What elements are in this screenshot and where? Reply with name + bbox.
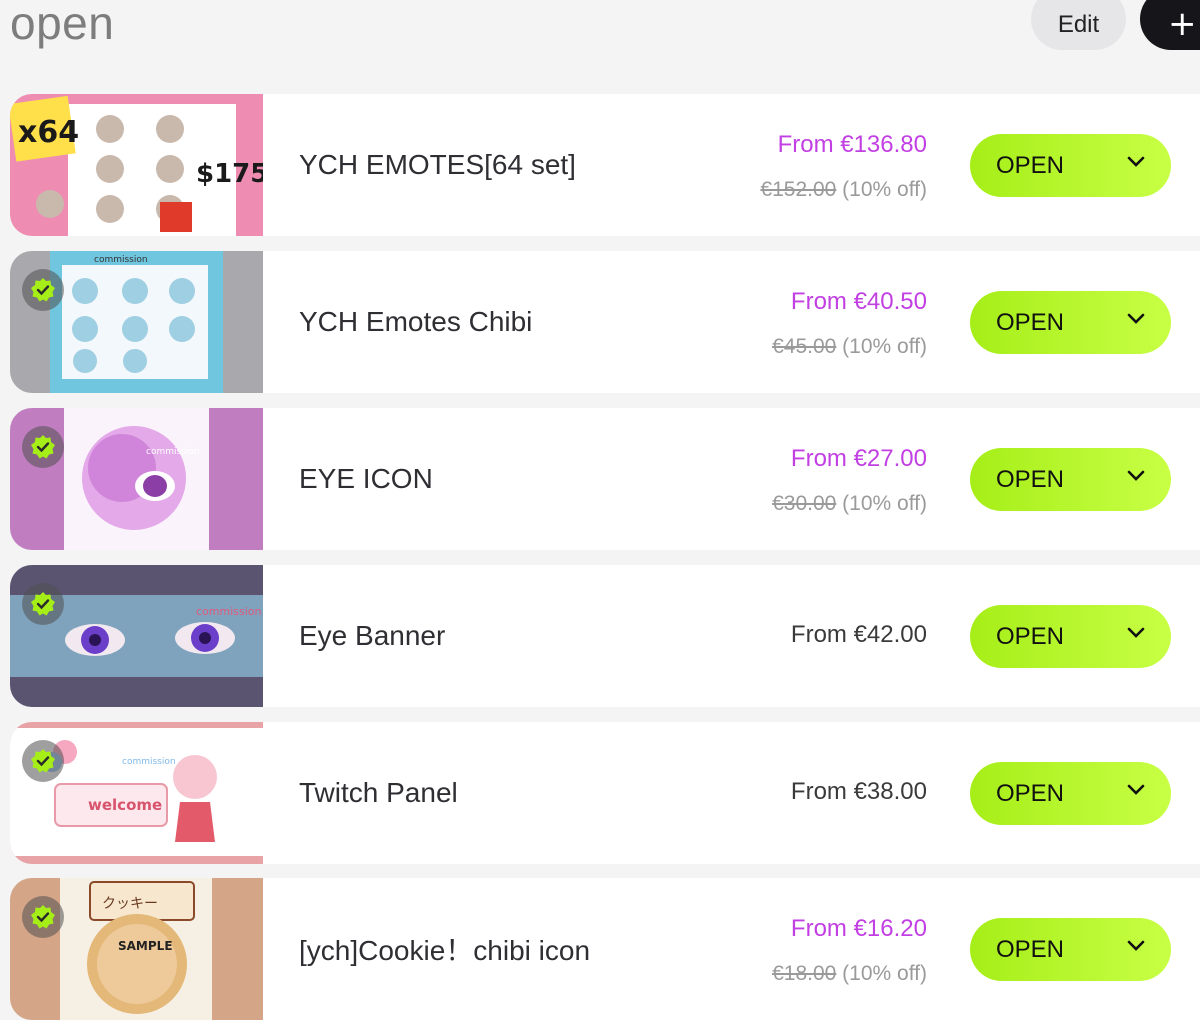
chevron-down-icon bbox=[1127, 313, 1145, 324]
page-heading: open bbox=[10, 0, 115, 49]
open-button[interactable]: OPEN bbox=[970, 605, 1171, 668]
strikethrough-price: €30.00 bbox=[772, 492, 837, 515]
check-badge-icon bbox=[31, 905, 55, 929]
open-label: OPEN bbox=[996, 622, 1065, 650]
product-title[interactable]: YCH Emotes Chibi bbox=[299, 306, 532, 338]
open-button[interactable]: OPEN bbox=[970, 448, 1171, 511]
product-title[interactable]: [ych]Cookie！chibi icon bbox=[299, 929, 590, 969]
open-label: OPEN bbox=[996, 151, 1065, 179]
thumb-commission-label: commission bbox=[122, 757, 176, 767]
verified-badge bbox=[22, 426, 64, 468]
price-current: From €16.20 bbox=[790, 915, 927, 942]
product-row-eye-banner[interactable]: commission Eye Banner From €42.00 OPEN bbox=[10, 565, 1200, 707]
edit-button[interactable]: Edit bbox=[1031, 0, 1126, 50]
product-title[interactable]: Eye Banner bbox=[299, 620, 445, 652]
verified-badge bbox=[22, 740, 64, 782]
product-title[interactable]: YCH EMOTES[64 set] bbox=[299, 149, 576, 181]
thumb-commission-label: commission bbox=[196, 605, 262, 618]
price-current: From €38.00 bbox=[790, 778, 927, 805]
open-label: OPEN bbox=[996, 308, 1065, 336]
chevron-down-icon bbox=[1127, 156, 1145, 167]
discount-text: (10% off) bbox=[842, 962, 927, 985]
price-original: €18.00 (10% off) bbox=[772, 962, 927, 986]
product-row-ych-emotes-64[interactable]: x64 $175 YCH EMOTES[64 set] From €136.80… bbox=[10, 94, 1200, 236]
thumb-commission-label: commission bbox=[146, 447, 200, 457]
chevron-down-icon bbox=[1127, 940, 1145, 951]
open-button[interactable]: OPEN bbox=[970, 762, 1171, 825]
price-block: From €42.00 bbox=[627, 565, 927, 707]
price-block: From €38.00 bbox=[627, 722, 927, 864]
verified-badge bbox=[22, 583, 64, 625]
price-original: €152.00 (10% off) bbox=[760, 178, 927, 202]
product-thumbnail[interactable]: x64 $175 bbox=[10, 94, 263, 236]
thumb-commission-label: commission bbox=[94, 255, 148, 265]
price-current: From €40.50 bbox=[790, 288, 927, 315]
product-row-eye-icon[interactable]: commission EYE ICON From €27.00 €30.00 (… bbox=[10, 408, 1200, 550]
discount-text: (10% off) bbox=[842, 178, 927, 201]
price-block: From €16.20 €18.00 (10% off) bbox=[627, 878, 927, 1020]
discount-text: (10% off) bbox=[842, 335, 927, 358]
open-button[interactable]: OPEN bbox=[970, 134, 1171, 197]
verified-badge bbox=[22, 269, 64, 311]
check-badge-icon bbox=[31, 278, 55, 302]
open-label: OPEN bbox=[996, 465, 1065, 493]
thumb-cookie-label: クッキー bbox=[102, 896, 158, 912]
strikethrough-price: €18.00 bbox=[772, 962, 837, 985]
check-badge-icon bbox=[31, 749, 55, 773]
product-title[interactable]: EYE ICON bbox=[299, 463, 433, 495]
thumb-sample-label: SAMPLE bbox=[118, 939, 173, 953]
thumb-price-label: $175 bbox=[196, 159, 263, 189]
open-label: OPEN bbox=[996, 935, 1065, 963]
thumb-welcome-label: welcome bbox=[88, 796, 162, 814]
check-badge-icon bbox=[31, 435, 55, 459]
product-title[interactable]: Twitch Panel bbox=[299, 777, 458, 809]
open-button[interactable]: OPEN bbox=[970, 918, 1171, 981]
discount-text: (10% off) bbox=[842, 492, 927, 515]
open-button[interactable]: OPEN bbox=[970, 291, 1171, 354]
price-current: From €42.00 bbox=[790, 621, 927, 648]
chevron-down-icon bbox=[1127, 627, 1145, 638]
price-current: From €27.00 bbox=[790, 445, 927, 472]
plus-icon: + bbox=[1168, 4, 1197, 44]
strikethrough-price: €45.00 bbox=[772, 335, 837, 358]
thumb-x64-label: x64 bbox=[18, 115, 79, 150]
product-row-cookie-chibi-icon[interactable]: クッキー SAMPLE [ych]Cookie！chibi icon From … bbox=[10, 878, 1200, 1020]
check-badge-icon bbox=[31, 592, 55, 616]
product-row-twitch-panel[interactable]: welcome commission Twitch Panel From €38… bbox=[10, 722, 1200, 864]
product-row-ych-emotes-chibi[interactable]: commission YCH Emotes Chibi From €40.50 … bbox=[10, 251, 1200, 393]
price-block: From €27.00 €30.00 (10% off) bbox=[627, 408, 927, 550]
price-original: €45.00 (10% off) bbox=[772, 335, 927, 359]
price-block: From €136.80 €152.00 (10% off) bbox=[627, 94, 927, 236]
add-button[interactable]: + bbox=[1140, 0, 1200, 50]
chevron-down-icon bbox=[1127, 784, 1145, 795]
verified-badge bbox=[22, 896, 64, 938]
strikethrough-price: €152.00 bbox=[760, 178, 837, 201]
price-block: From €40.50 €45.00 (10% off) bbox=[627, 251, 927, 393]
price-original: €30.00 (10% off) bbox=[772, 492, 927, 516]
open-label: OPEN bbox=[996, 779, 1065, 807]
price-current: From €136.80 bbox=[777, 131, 927, 158]
chevron-down-icon bbox=[1127, 470, 1145, 481]
